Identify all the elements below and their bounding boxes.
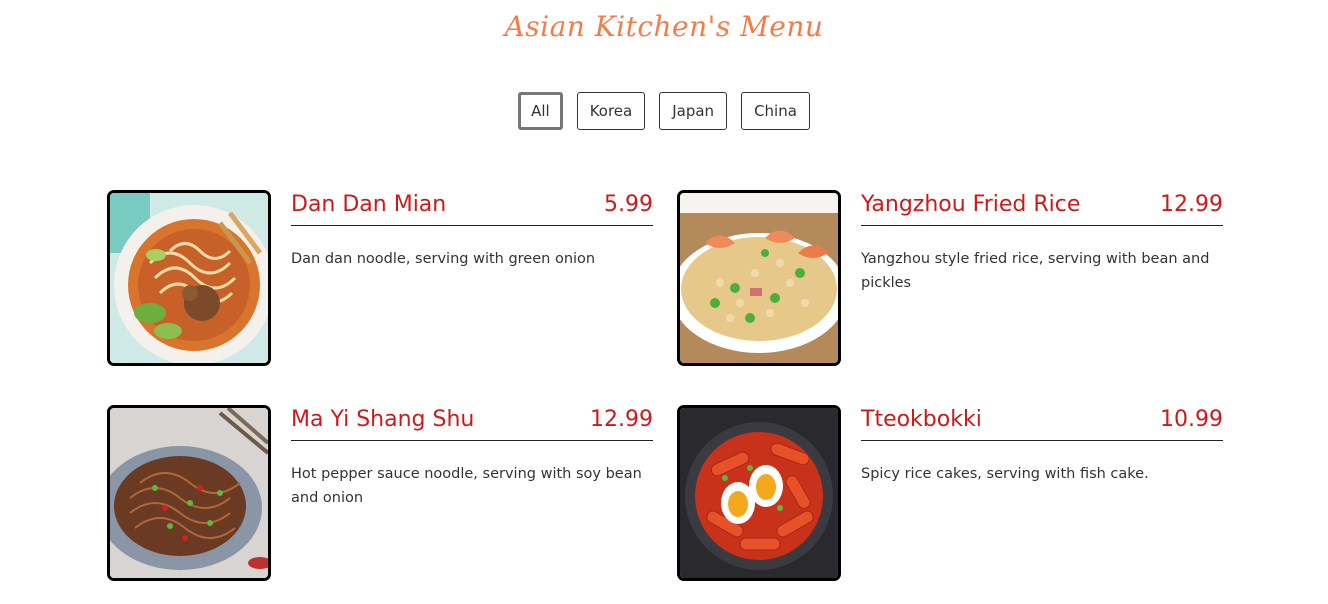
menu-item-yangzhou-fried-rice: Yangzhou Fried Rice 12.99 Yangzhou style… xyxy=(677,190,1223,366)
dish-price: 12.99 xyxy=(1160,192,1223,217)
dish-header: Ma Yi Shang Shu 12.99 xyxy=(291,405,653,441)
dish-info: Yangzhou Fried Rice 12.99 Yangzhou style… xyxy=(861,190,1223,295)
dish-image xyxy=(677,405,841,581)
filter-china-button[interactable]: China xyxy=(741,92,810,130)
filter-all-button[interactable]: All xyxy=(518,92,563,130)
dish-name: Dan Dan Mian xyxy=(291,192,447,217)
rice-cake-icon xyxy=(680,408,838,578)
dish-price: 12.99 xyxy=(590,407,653,432)
menu-page: Asian Kitchen's Menu All Korea Japan Chi… xyxy=(0,0,1328,604)
menu-item-ma-yi-shang-shu: Ma Yi Shang Shu 12.99 Hot pepper sauce n… xyxy=(107,405,653,581)
dish-info: Tteokbokki 10.99 Spicy rice cakes, servi… xyxy=(861,405,1223,486)
dish-image xyxy=(107,405,271,581)
menu-item-dan-dan-mian: Dan Dan Mian 5.99 Dan dan noodle, servin… xyxy=(107,190,653,366)
menu-item-tteokbokki: Tteokbokki 10.99 Spicy rice cakes, servi… xyxy=(677,405,1223,581)
dish-header: Dan Dan Mian 5.99 xyxy=(291,190,653,226)
dish-description: Hot pepper sauce noodle, serving with so… xyxy=(291,466,642,506)
dish-name: Tteokbokki xyxy=(861,407,982,432)
dish-description: Yangzhou style fried rice, serving with … xyxy=(861,251,1210,291)
filter-korea-button[interactable]: Korea xyxy=(576,92,646,130)
dish-info: Dan Dan Mian 5.99 Dan dan noodle, servin… xyxy=(291,190,653,271)
glass-noodle-icon xyxy=(110,408,268,578)
dish-name: Yangzhou Fried Rice xyxy=(861,192,1081,217)
noodle-bowl-icon xyxy=(110,193,268,363)
dish-description: Dan dan noodle, serving with green onion xyxy=(291,251,596,267)
dish-image xyxy=(107,190,271,366)
filter-japan-button[interactable]: Japan xyxy=(659,92,728,130)
dish-header: Tteokbokki 10.99 xyxy=(861,405,1223,441)
dish-price: 5.99 xyxy=(604,192,653,217)
fried-rice-icon xyxy=(680,193,838,363)
dish-name: Ma Yi Shang Shu xyxy=(291,407,475,432)
dish-image xyxy=(677,190,841,366)
dish-info: Ma Yi Shang Shu 12.99 Hot pepper sauce n… xyxy=(291,405,653,510)
dish-price: 10.99 xyxy=(1160,407,1223,432)
category-filter-bar: All Korea Japan China xyxy=(0,92,1328,130)
page-title: Asian Kitchen's Menu xyxy=(504,10,824,43)
dish-description: Spicy rice cakes, serving with fish cake… xyxy=(861,466,1149,482)
dish-header: Yangzhou Fried Rice 12.99 xyxy=(861,190,1223,226)
